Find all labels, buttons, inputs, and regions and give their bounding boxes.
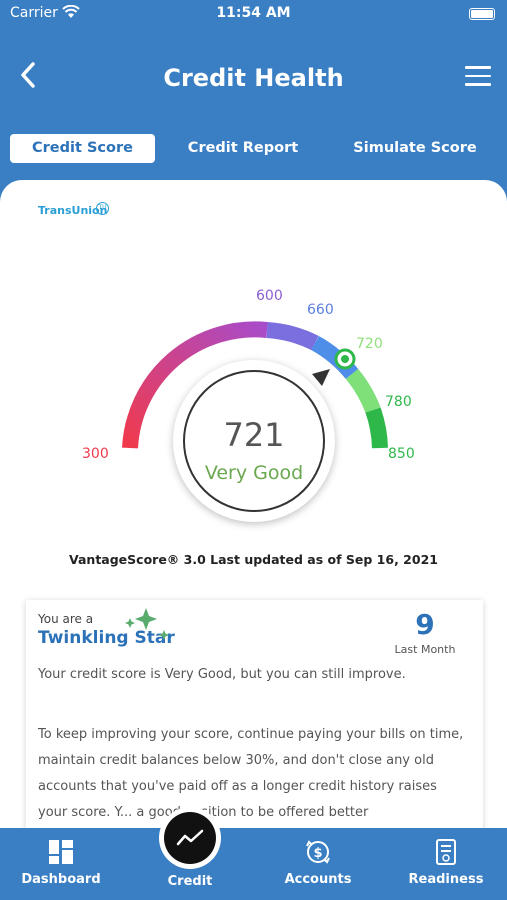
gauge-segment-excellent — [365, 407, 388, 449]
page-title: Credit Health — [163, 64, 344, 92]
gauge-tick-720: 720 — [356, 336, 383, 352]
badge-intro: You are a — [38, 612, 94, 626]
gauge-tick-850: 850 — [388, 446, 415, 462]
nav-dashboard-label: Dashboard — [21, 872, 101, 887]
bottom-nav: Dashboard $ Accounts Readiness — [0, 828, 507, 900]
dashboard-icon — [6, 838, 116, 866]
tab-credit-score[interactable]: Credit Score — [10, 134, 155, 163]
tab-credit-report[interactable]: Credit Report — [173, 134, 313, 163]
months-label: Last Month — [394, 643, 456, 656]
sparkle-icon — [124, 606, 174, 646]
gauge-tick-780: 780 — [385, 394, 412, 410]
battery-icon — [469, 8, 495, 20]
gauge-tick-600: 600 — [256, 288, 283, 304]
nav-accounts[interactable]: $ Accounts — [263, 838, 373, 887]
status-bar: Carrier 11:54 AM — [0, 0, 507, 30]
gauge-tick-660: 660 — [307, 302, 334, 318]
nav-readiness[interactable]: Readiness — [391, 838, 501, 887]
gauge-tick-300: 300 — [82, 446, 109, 462]
score-value: 721 — [223, 416, 285, 454]
badge-card: You are a Twinkling Star 9 Last Month Yo… — [26, 600, 483, 830]
gauge-segment-very-good — [345, 368, 381, 414]
svg-text:$: $ — [313, 846, 322, 861]
nav-dashboard[interactable]: Dashboard — [6, 838, 116, 887]
vantage-score-updated: VantageScore® 3.0 Last updated as of Sep… — [69, 552, 438, 567]
transunion-badge-icon: TU — [96, 202, 109, 215]
months-counter: 9 Last Month — [385, 608, 465, 656]
gauge-pointer — [312, 369, 330, 386]
tab-bar: Credit Score Credit Report Simulate Scor… — [10, 134, 497, 164]
score-rating: Very Good — [204, 462, 304, 484]
nav-accounts-label: Accounts — [284, 872, 352, 887]
gauge-segment-fair — [266, 322, 319, 351]
readiness-icon — [391, 838, 501, 866]
nav-credit-label: Credit — [167, 874, 213, 889]
credit-trend-icon — [164, 812, 216, 864]
badge-summary: Your credit score is Very Good, but you … — [38, 667, 406, 682]
tab-simulate-score[interactable]: Simulate Score — [340, 134, 490, 163]
nav-readiness-label: Readiness — [408, 872, 484, 887]
nav-bar: Credit Health — [0, 50, 507, 110]
hamburger-menu-icon[interactable] — [465, 66, 491, 92]
months-value: 9 — [415, 608, 435, 641]
nav-credit[interactable] — [159, 807, 221, 869]
accounts-icon: $ — [263, 838, 373, 866]
badge-advice: To keep improving your score, continue p… — [38, 727, 464, 820]
score-dial: 721 Very Good — [173, 360, 335, 522]
clock: 11:54 AM — [216, 5, 291, 21]
